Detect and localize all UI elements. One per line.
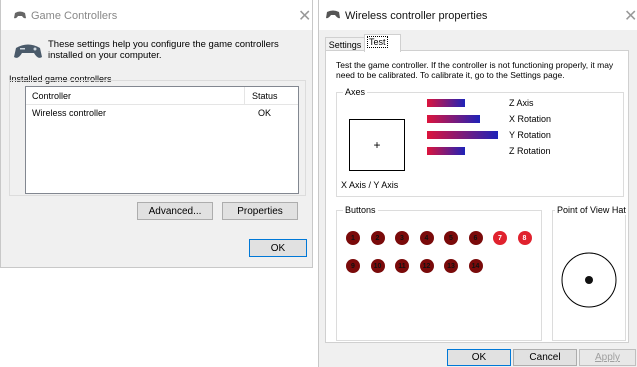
button-indicator-5: 5 xyxy=(444,231,458,245)
axis-bar-z-axis xyxy=(427,99,465,107)
instructions-text: Test the game controller. If the control… xyxy=(336,60,614,80)
game-controllers-window: Game Controllers ✕ These settings help y… xyxy=(0,0,313,268)
pov-hat-group: Point of View Hat xyxy=(552,205,628,341)
button-indicator-2: 2 xyxy=(370,231,385,245)
table-row[interactable]: Wireless controller OK xyxy=(26,106,298,120)
close-icon[interactable]: ✕ xyxy=(298,6,311,26)
apply-button[interactable]: Apply xyxy=(579,349,636,366)
button-indicator-9: 9 xyxy=(346,259,360,273)
list-header: Controller Status xyxy=(26,87,298,105)
axis-label-y-rotation: Y Rotation xyxy=(509,130,551,140)
properties-titlebar: Wireless controller properties ✕ xyxy=(319,0,637,30)
buttons-group: Buttons 1 2 3 4 5 6 7 8 9 10 11 12 13 14 xyxy=(336,205,542,341)
button-indicator-1: 1 xyxy=(346,231,360,245)
axes-group: Axes + X Axis / Y Axis Z Axis X Rotation… xyxy=(336,87,624,197)
controller-list[interactable]: Controller Status Wireless controller OK xyxy=(25,86,299,194)
buttons-group-label: Buttons xyxy=(343,205,378,215)
ok-button[interactable]: OK xyxy=(447,349,511,366)
controller-status: OK xyxy=(258,108,272,118)
controller-name: Wireless controller xyxy=(32,108,107,118)
tab-test-label: Test xyxy=(367,36,388,48)
game-controllers-titlebar: Game Controllers ✕ xyxy=(1,0,312,30)
close-icon[interactable]: ✕ xyxy=(624,6,637,26)
button-indicator-4: 4 xyxy=(419,231,434,245)
tab-test[interactable]: Test xyxy=(364,34,401,52)
axis-label-x-rotation: X Rotation xyxy=(509,114,552,124)
axis-bar-z-rotation xyxy=(427,147,465,155)
column-divider[interactable] xyxy=(244,87,245,104)
column-header-controller[interactable]: Controller xyxy=(32,91,71,101)
button-indicator-14: 14 xyxy=(468,259,483,273)
axis-label-z-axis: Z Axis xyxy=(509,98,534,108)
axes-group-label: Axes xyxy=(343,87,368,97)
ok-button[interactable]: OK xyxy=(249,239,307,257)
crosshair: + xyxy=(373,138,381,152)
button-indicator-10: 10 xyxy=(370,259,385,273)
gamepad-icon xyxy=(326,10,340,19)
gamepad-icon xyxy=(14,11,26,19)
button-indicator-12: 12 xyxy=(419,259,434,273)
pov-hat-indicator xyxy=(561,252,617,308)
test-tab-panel: Test the game controller. If the control… xyxy=(325,50,629,343)
properties-window: Wireless controller properties ✕ Setting… xyxy=(318,0,637,367)
button-indicator-7: 7 xyxy=(493,231,507,245)
axis-bar-x-rotation xyxy=(427,115,480,123)
button-indicator-3: 3 xyxy=(395,231,409,245)
axis-label-z-rotation: Z Rotation xyxy=(509,146,551,156)
button-indicator-6: 6 xyxy=(468,231,483,245)
axis-bar-y-rotation xyxy=(427,131,498,139)
cancel-button[interactable]: Cancel xyxy=(513,349,577,366)
pov-hat-label: Point of View Hat xyxy=(555,205,628,215)
properties-button[interactable]: Properties xyxy=(222,202,298,220)
description-text: These settings help you configure the ga… xyxy=(48,39,279,61)
window-title: Game Controllers xyxy=(31,10,118,22)
xy-axis-label: X Axis / Y Axis xyxy=(341,180,399,190)
apply-button-label: Apply xyxy=(594,352,620,363)
button-indicator-11: 11 xyxy=(395,259,409,273)
button-indicator-8: 8 xyxy=(517,231,532,245)
advanced-button[interactable]: Advanced... xyxy=(137,202,213,220)
xy-axis-box: + xyxy=(349,119,405,171)
window-title: Wireless controller properties xyxy=(345,10,488,22)
gamepad-large-icon xyxy=(14,44,42,58)
column-header-status[interactable]: Status xyxy=(252,91,278,101)
button-indicator-13: 13 xyxy=(444,259,458,273)
